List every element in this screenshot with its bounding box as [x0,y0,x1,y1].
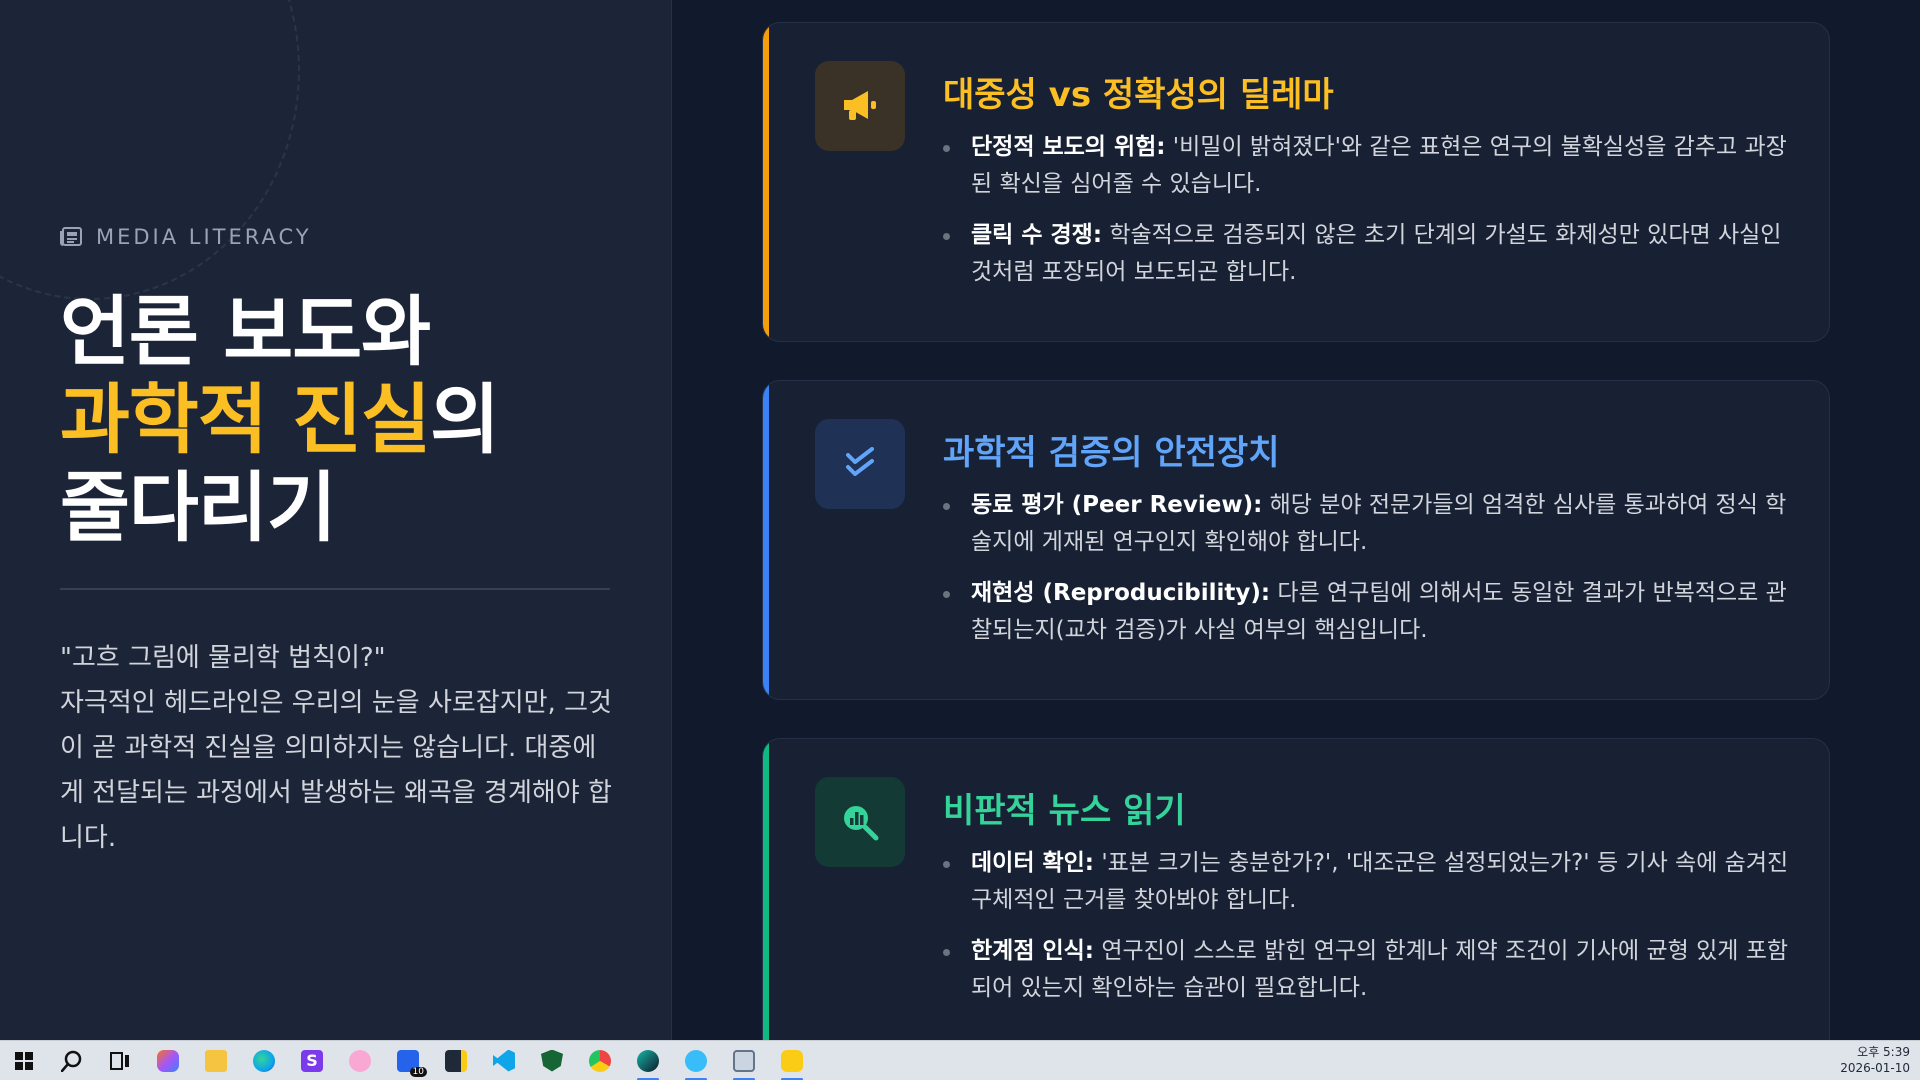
card-title: 대중성 vs 정확성의 딜레마 [943,75,1334,115]
taskbar: S 10 오후 5:39 2026-01-10 [0,1040,1920,1080]
clock-date: 2026-01-10 [1840,1061,1910,1075]
system-clock[interactable]: 오후 5:39 2026-01-10 [1840,1044,1910,1076]
item-label: 단정적 보도의 위험: [971,134,1166,160]
kakaotalk-icon[interactable] [773,1045,811,1080]
kicker: MEDIA LITERACY [60,225,312,249]
file-explorer-icon[interactable] [197,1045,235,1077]
cloud-app-icon[interactable] [677,1045,715,1080]
card-accent-bar [763,381,769,699]
headline-line-3: 줄다리기 [60,463,337,552]
card-accent-bar [763,739,769,1080]
card-title: 과학적 검증의 안전장치 [943,433,1280,473]
item-label: 한계점 인식: [971,938,1095,964]
search-chart-icon [815,777,905,867]
list-item: 데이터 확인: '표본 크기는 충분한가?', '대조군은 설정되었는가?' 등… [941,845,1801,919]
remote-desktop-icon[interactable]: 10 [389,1045,427,1077]
decorative-circle [0,0,300,300]
s-app-icon[interactable]: S [293,1045,331,1077]
page-title: 언론 보도와 과학적 진실의 줄다리기 [60,287,500,552]
card-critical-reading: 비판적 뉴스 읽기 데이터 확인: '표본 크기는 충분한가?', '대조군은 … [762,738,1830,1080]
sticky-notes-icon[interactable] [437,1045,475,1077]
card-verification: 과학적 검증의 안전장치 동료 평가 (Peer Review): 해당 분야 … [762,380,1830,700]
list-item: 클릭 수 경쟁: 학술적으로 검증되지 않은 초기 단계의 가설도 화제성만 있… [941,217,1801,291]
card-list: 동료 평가 (Peer Review): 해당 분야 전문가들의 엄격한 심사를… [941,487,1801,663]
clock-time: 오후 5:39 [1857,1045,1910,1059]
edge-browser-icon[interactable] [245,1045,283,1077]
kicker-label: MEDIA LITERACY [96,225,312,249]
intro-quote: "고흐 그림에 물리학 법칙이?" [60,643,386,673]
item-text: 연구진이 스스로 밝힌 연구의 한계나 제약 조건이 기사에 균형 있게 포함되… [971,938,1789,1001]
headline-line-2: 과학적 진실의 [60,375,500,464]
list-item: 동료 평가 (Peer Review): 해당 분야 전문가들의 엄격한 심사를… [941,487,1801,561]
card-accent-bar [763,23,769,341]
vscode-icon[interactable] [485,1045,523,1077]
list-item: 한계점 인식: 연구진이 스스로 밝힌 연구의 한계나 제약 조건이 기사에 균… [941,933,1801,1007]
copilot-icon[interactable] [149,1045,187,1077]
item-label: 데이터 확인: [971,850,1095,876]
active-app-icon[interactable] [629,1045,667,1080]
headline-accent: 과학적 진실 [60,375,431,464]
card-list: 단정적 보도의 위험: '비밀이 밝혀졌다'와 같은 표현은 연구의 불확실성을… [941,129,1801,305]
task-view-icon[interactable] [101,1045,139,1077]
badge-count: 10 [409,1066,427,1077]
card-title: 비판적 뉴스 읽기 [943,791,1186,831]
megaphone-icon [815,61,905,151]
card-dilemma: 대중성 vs 정확성의 딜레마 단정적 보도의 위험: '비밀이 밝혀졌다'와 … [762,22,1830,342]
intro-body: 자극적인 헤드라인은 우리의 눈을 사로잡지만, 그것이 곧 과학적 진실을 의… [60,688,612,853]
left-panel: MEDIA LITERACY 언론 보도와 과학적 진실의 줄다리기 "고흐 그… [0,0,672,1040]
headline-suffix: 의 [430,375,500,464]
chrome-browser-icon[interactable] [581,1045,619,1077]
notepad-icon[interactable] [725,1045,763,1080]
brain-app-icon[interactable] [341,1045,379,1077]
double-check-icon [815,419,905,509]
item-label: 클릭 수 경쟁: [971,222,1103,248]
list-item: 단정적 보도의 위험: '비밀이 밝혀졌다'와 같은 표현은 연구의 불확실성을… [941,129,1801,203]
item-label: 재현성 (Reproducibility): [971,580,1271,606]
item-text: '표본 크기는 충분한가?', '대조군은 설정되었는가?' 등 기사 속에 숨… [971,850,1789,913]
shield-app-icon[interactable] [533,1045,571,1077]
headline-line-1: 언론 보도와 [60,287,431,376]
divider [60,588,610,590]
item-label: 동료 평가 (Peer Review): [971,492,1263,518]
list-item: 재현성 (Reproducibility): 다른 연구팀에 의해서도 동일한 … [941,575,1801,649]
card-list: 데이터 확인: '표본 크기는 충분한가?', '대조군은 설정되었는가?' 등… [941,845,1801,1021]
windows-start-icon[interactable] [5,1045,43,1077]
search-icon[interactable] [53,1045,91,1077]
intro-text: "고흐 그림에 물리학 법칙이?" 자극적인 헤드라인은 우리의 눈을 사로잡지… [60,636,620,861]
newspaper-icon [60,227,82,247]
